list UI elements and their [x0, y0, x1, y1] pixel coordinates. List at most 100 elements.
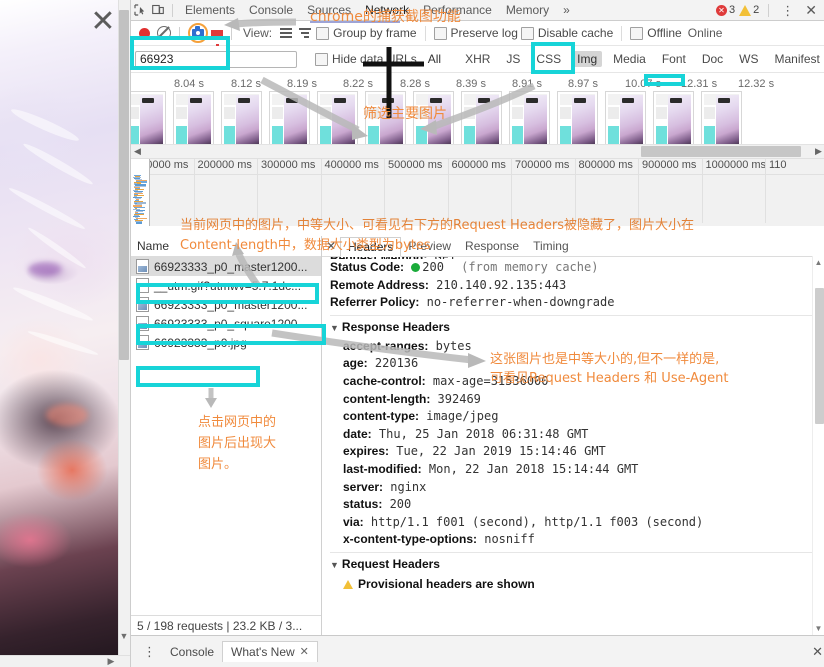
- remote-address-line: Remote Address: 210.140.92.135:443: [330, 277, 824, 295]
- preserve-log-checkbox[interactable]: Preserve log: [434, 26, 518, 40]
- filmstrip-scroll-left-arrow[interactable]: ◀: [131, 145, 144, 158]
- drawer-tab-close-icon[interactable]: ✕: [300, 642, 309, 662]
- filter-type-js[interactable]: JS: [501, 51, 525, 67]
- response-header-value: 220136: [368, 356, 419, 370]
- status-note: (from memory cache): [461, 260, 598, 274]
- filmstrip-frame[interactable]: [365, 91, 406, 149]
- page-vertical-scroll-thumb[interactable]: [119, 10, 129, 360]
- filter-type-manifest[interactable]: Manifest: [770, 51, 824, 67]
- drawer-tab-whats-new[interactable]: What's New ✕: [222, 641, 318, 662]
- filmstrip-frame[interactable]: [173, 91, 214, 149]
- details-scroll-thumb[interactable]: [815, 288, 824, 424]
- warning-badge[interactable]: 2: [739, 4, 759, 16]
- filmstrip-scroll-thumb[interactable]: [641, 146, 801, 157]
- filmstrip-frame[interactable]: [269, 91, 310, 149]
- request-row[interactable]: 66923333_p0_master1200...: [131, 257, 321, 276]
- waterfall-view-icon[interactable]: [297, 28, 313, 38]
- page-scroll-right-arrow[interactable]: ▶: [105, 655, 117, 667]
- filmstrip-frame[interactable]: [509, 91, 550, 149]
- list-view-icon[interactable]: [278, 28, 294, 38]
- request-row[interactable]: __utm.gif?utmwv=5.7.1dc...: [131, 276, 321, 295]
- capture-screenshots-button[interactable]: [188, 23, 208, 43]
- response-header-value: 200: [382, 497, 411, 511]
- image-file-icon: [136, 316, 149, 331]
- filmstrip-time: 8.39 s: [456, 78, 486, 90]
- filmstrip-frame[interactable]: [605, 91, 646, 149]
- request-row[interactable]: 66923333_p0_square1200...: [131, 314, 321, 333]
- response-header-line: cache-control: max-age=31536000: [343, 373, 824, 391]
- filter-type-ws[interactable]: WS: [734, 51, 763, 67]
- more-tabs-icon[interactable]: »: [556, 0, 577, 20]
- details-tab-preview[interactable]: Preview: [401, 236, 458, 256]
- filmstrip-frame[interactable]: [131, 91, 166, 149]
- filter-type-img[interactable]: Img: [572, 51, 602, 67]
- page-scroll-down-arrow[interactable]: ▼: [118, 630, 130, 642]
- response-headers-section[interactable]: ▼ Response Headers: [330, 318, 824, 338]
- request-list-pane: Name 66923333_p0_master1200... __utm.gif?…: [131, 236, 322, 636]
- close-illustration-icon[interactable]: ✕: [86, 5, 120, 39]
- hide-data-urls-checkbox[interactable]: Hide data URLs: [315, 52, 417, 66]
- tab-console[interactable]: Console: [242, 0, 300, 20]
- filmstrip-frame[interactable]: [221, 91, 262, 149]
- tab-elements[interactable]: Elements: [178, 0, 242, 20]
- error-count: 3: [729, 4, 735, 16]
- filter-type-media[interactable]: Media: [608, 51, 651, 67]
- request-row-name: 66923333_p0_square1200...: [154, 317, 307, 331]
- network-lower-split: Name 66923333_p0_master1200... __utm.gif?…: [131, 236, 824, 636]
- device-toolbar-icon[interactable]: [149, 1, 167, 19]
- request-name-column-header[interactable]: Name: [131, 236, 321, 257]
- filmstrip-scroll-right-arrow[interactable]: ▶: [812, 145, 824, 158]
- devtools-close-icon[interactable]: ✕: [801, 2, 821, 19]
- devtools-menu-icon[interactable]: ⋮: [778, 4, 797, 17]
- tab-performance[interactable]: Performance: [416, 0, 499, 20]
- disable-cache-checkbox[interactable]: Disable cache: [521, 26, 613, 40]
- filter-button[interactable]: [211, 30, 223, 37]
- illustration-image[interactable]: [0, 0, 118, 655]
- details-tab-headers[interactable]: Headers: [340, 237, 401, 257]
- filmstrip-timestamps: 8.04 s 8.12 s 8.19 s 8.22 s 8.28 s 8.39 s 8.91…: [131, 73, 824, 91]
- filter-type-all[interactable]: All: [423, 51, 446, 67]
- filmstrip-time: 8.04 s: [174, 78, 204, 90]
- group-by-frame-checkbox[interactable]: Group by frame: [316, 26, 416, 40]
- drawer-close-icon[interactable]: ✕: [812, 644, 824, 660]
- request-row-name: 66923333_p0_master1200...: [154, 298, 307, 312]
- details-tab-timing[interactable]: Timing: [526, 236, 576, 256]
- tab-network[interactable]: Network: [358, 0, 416, 20]
- details-close-icon[interactable]: ✕: [322, 239, 340, 253]
- drawer-tab-console[interactable]: Console: [162, 642, 222, 662]
- error-badge[interactable]: ✕ 3: [716, 4, 735, 16]
- filter-type-xhr[interactable]: XHR: [460, 51, 495, 67]
- drawer-menu-icon[interactable]: ⋮: [137, 645, 162, 658]
- details-scroll-up-arrow[interactable]: ▲: [814, 258, 823, 268]
- filmstrip-frame[interactable]: [317, 91, 358, 149]
- filter-type-css[interactable]: CSS: [531, 51, 566, 67]
- filmstrip-frame[interactable]: [557, 91, 598, 149]
- filmstrip-time: 8.12 s: [231, 78, 261, 90]
- filter-type-doc[interactable]: Doc: [697, 51, 728, 67]
- details-scroll-down-arrow[interactable]: ▼: [814, 624, 823, 634]
- details-scrollbar[interactable]: ▲ ▼: [812, 256, 824, 636]
- online-dropdown[interactable]: Online: [685, 26, 726, 40]
- clear-button[interactable]: [157, 26, 171, 40]
- request-headers-section[interactable]: ▼ Request Headers: [330, 555, 824, 575]
- request-row[interactable]: 66923333_p0_master1200...: [131, 295, 321, 314]
- status-code-line: Status Code: 200 (from memory cache): [330, 259, 824, 277]
- request-row-name: 66923333_p0.jpg: [154, 336, 247, 350]
- filter-input[interactable]: [135, 51, 297, 68]
- record-button[interactable]: [139, 28, 150, 39]
- filmstrip-frame[interactable]: [701, 91, 742, 149]
- filter-type-font[interactable]: Font: [657, 51, 691, 67]
- filmstrip-frame[interactable]: [413, 91, 454, 149]
- filmstrip-frame[interactable]: [653, 91, 694, 149]
- filmstrip-scrollbar[interactable]: ◀ ▶: [131, 144, 824, 158]
- caret-down-icon: ▼: [330, 323, 339, 333]
- offline-checkbox[interactable]: Offline: [630, 26, 681, 40]
- tab-memory[interactable]: Memory: [499, 0, 556, 20]
- request-row[interactable]: 66923333_p0.jpg: [131, 333, 321, 352]
- image-file-icon: [136, 259, 149, 274]
- tab-sources[interactable]: Sources: [300, 0, 358, 20]
- filmstrip-frame[interactable]: [461, 91, 502, 149]
- details-tab-response[interactable]: Response: [458, 236, 526, 256]
- network-overview[interactable]: 100000 ms 200000 ms 300000 ms 400000 ms 5000…: [131, 159, 824, 240]
- inspect-element-icon[interactable]: [131, 1, 149, 19]
